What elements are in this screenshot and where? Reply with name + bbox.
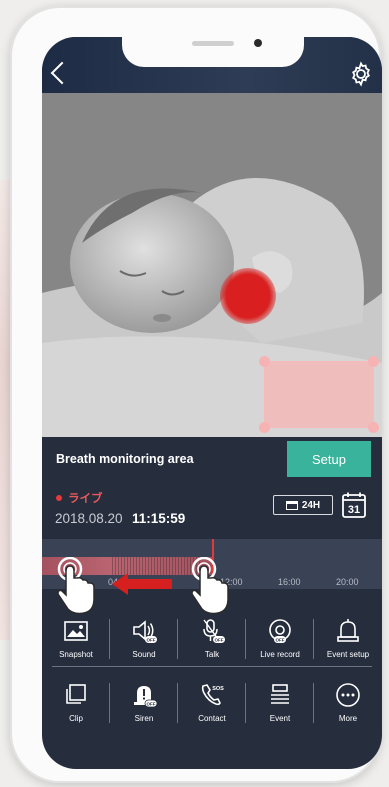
time-text: 11:15:59	[132, 511, 186, 526]
back-button[interactable]	[50, 61, 74, 85]
event-setup-button[interactable]: Event setup	[314, 609, 382, 671]
row-divider	[52, 666, 372, 667]
action-row: Clip OFF Siren SOS Contact Event More	[42, 673, 382, 735]
action-row: Snapshot OFF Sound OFF Talk OFF Live rec…	[42, 609, 382, 671]
action-grid: Snapshot OFF Sound OFF Talk OFF Live rec…	[42, 605, 382, 745]
range-label: 24H	[301, 499, 321, 511]
resize-handle[interactable]	[368, 422, 379, 433]
off-badge: OFF	[276, 638, 285, 643]
gear-icon[interactable]	[348, 61, 374, 87]
image-icon	[64, 621, 88, 641]
sound-button[interactable]: OFF Sound	[110, 609, 178, 671]
off-badge: OFF	[215, 638, 224, 643]
sound-label: Sound	[132, 650, 156, 659]
breath-indicator	[220, 268, 276, 324]
sos-badge: SOS	[212, 686, 224, 692]
clip-label: Clip	[69, 714, 83, 723]
event-setup-label: Event setup	[326, 650, 370, 659]
phone-sos-icon: SOS	[201, 684, 224, 706]
siren-off-icon: OFF	[134, 686, 158, 708]
live-record-button[interactable]: OFF Live record	[246, 609, 314, 671]
setup-button[interactable]: Setup	[287, 441, 371, 477]
app-screen: Breath monitoring area Setup ライブ 2018.08…	[42, 37, 382, 769]
calendar-day: 31	[348, 504, 360, 516]
speaker-grille	[192, 41, 234, 46]
live-indicator: ライブ	[56, 490, 103, 506]
tick-label: 16:00	[278, 577, 301, 587]
bell-icon	[337, 619, 359, 642]
event-button[interactable]: Event	[246, 673, 314, 735]
live-dot-icon	[56, 495, 62, 501]
siren-button[interactable]: OFF Siren	[110, 673, 178, 735]
event-list-icon	[271, 684, 289, 704]
contact-label: Contact	[198, 714, 226, 723]
tick-label: 20:00	[336, 577, 359, 587]
speaker-off-icon: OFF	[133, 620, 157, 643]
record-icon: OFF	[269, 619, 291, 643]
talk-label: Talk	[204, 650, 220, 659]
date-text: 2018.08.20	[55, 511, 123, 526]
resize-handle[interactable]	[368, 356, 379, 367]
calendar-icon[interactable]: 31	[342, 492, 366, 518]
range-24h-button[interactable]: 24H	[273, 495, 333, 515]
phone-frame: Breath monitoring area Setup ライブ 2018.08…	[10, 6, 382, 783]
mic-off-icon: OFF	[203, 619, 225, 643]
monitoring-area-box[interactable]	[259, 356, 379, 433]
phone-notch	[122, 37, 304, 67]
live-record-label: Live record	[260, 650, 300, 659]
off-badge: OFF	[147, 638, 156, 643]
camera-feed[interactable]	[42, 93, 382, 437]
clip-button[interactable]: Clip	[42, 673, 110, 735]
snapshot-button[interactable]: Snapshot	[42, 609, 110, 671]
front-camera	[254, 39, 262, 47]
event-label: Event	[269, 714, 291, 723]
talk-button[interactable]: OFF Talk	[178, 609, 246, 671]
siren-label: Siren	[134, 714, 154, 723]
contact-button[interactable]: SOS Contact	[178, 673, 246, 735]
more-icon	[336, 683, 360, 707]
more-label: More	[338, 714, 358, 723]
off-badge: OFF	[147, 702, 156, 707]
more-button[interactable]: More	[314, 673, 382, 735]
live-label: ライブ	[68, 493, 103, 505]
resize-handle[interactable]	[259, 422, 270, 433]
calendar-small-icon	[285, 501, 298, 510]
snapshot-label: Snapshot	[59, 650, 93, 659]
breath-monitoring-title: Breath monitoring area	[56, 452, 194, 466]
swipe-left-arrow-icon	[112, 573, 172, 595]
resize-handle[interactable]	[259, 356, 270, 367]
clip-icon	[66, 684, 86, 704]
